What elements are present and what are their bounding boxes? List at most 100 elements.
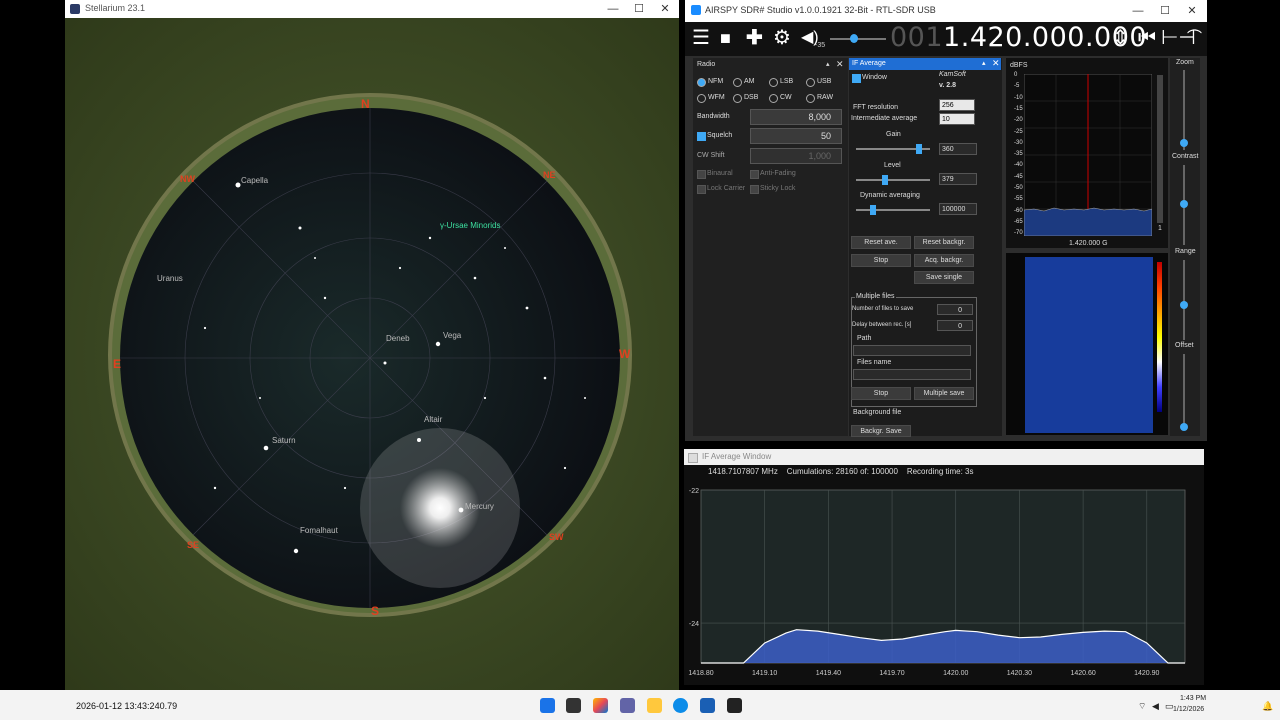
uranus-label[interactable]: Uranus [157, 274, 183, 283]
spectrum-scrollbar[interactable] [1157, 75, 1163, 223]
mode-radio-lsb[interactable] [769, 78, 778, 87]
squelch-input[interactable]: 50 [750, 128, 842, 144]
level-label: Level [884, 162, 901, 169]
menu-icon[interactable]: ☰ [692, 28, 710, 48]
range-slider-track [1183, 260, 1185, 340]
cw-shift-input[interactable]: 1,000 [750, 148, 842, 164]
clock-time[interactable]: 1:43 PM [1180, 695, 1206, 702]
speaker-icon[interactable]: ◀ [1152, 701, 1159, 712]
kamsoft-brand: KamSoft [939, 71, 966, 78]
waterfall-display[interactable] [1025, 257, 1153, 433]
compass-nw: NW [180, 174, 195, 184]
stop-icon[interactable]: ■ [720, 28, 731, 48]
mode-radio-raw[interactable] [806, 94, 815, 103]
stellarium-taskbar-icon[interactable] [727, 698, 742, 713]
notification-icon[interactable]: 🔔 [1262, 701, 1273, 712]
copilot-icon[interactable] [593, 698, 608, 713]
backgr-save-button[interactable]: Backgr. Save [851, 425, 911, 437]
reset-backgr-button[interactable]: Reset backgr. [914, 236, 974, 249]
sticky-lock-checkbox[interactable] [750, 185, 759, 194]
dynamic-averaging-value[interactable]: 100000 [939, 203, 977, 215]
binaural-checkbox[interactable] [697, 170, 706, 179]
fft-resolution-label: FFT resolution [853, 104, 898, 111]
zoom-slider-thumb[interactable] [1180, 139, 1188, 147]
mode-radio-wfm[interactable] [697, 94, 706, 103]
sdr-minimize-button[interactable]: — [1125, 3, 1151, 19]
num-files-input[interactable]: 0 [937, 304, 973, 315]
if-pin-icon[interactable]: ▴ [982, 59, 986, 67]
level-slider-thumb[interactable] [882, 175, 888, 185]
acq-backgr-button[interactable]: Acq. backgr. [914, 254, 974, 267]
deneb-label[interactable]: Deneb [386, 334, 410, 343]
multiple-save-button[interactable]: Multiple save [914, 387, 974, 400]
frequency-display[interactable]: 0011.420.000.000 [890, 22, 1147, 53]
task-view-icon[interactable] [566, 698, 581, 713]
if-window-checkbox[interactable] [852, 74, 861, 83]
sdr-close-button[interactable]: ✕ [1179, 3, 1205, 19]
spectrum-scroll-number: 1 [1158, 225, 1162, 232]
files-name-input[interactable] [853, 369, 971, 380]
capella-label[interactable]: Capella [241, 176, 269, 185]
teams-icon[interactable] [620, 698, 635, 713]
if-close-icon[interactable]: ✕ [992, 58, 1000, 69]
fft-resolution-select[interactable]: 256 [939, 99, 975, 111]
contrast-slider-thumb[interactable] [1180, 200, 1188, 208]
delay-input[interactable]: 0 [937, 320, 973, 331]
squelch-checkbox[interactable] [697, 132, 706, 141]
offset-label: Offset [1175, 342, 1194, 349]
file-explorer-icon[interactable] [647, 698, 662, 713]
ursae-minorids-label[interactable]: γ-Ursae Minorids [440, 221, 500, 230]
mode-radio-nfm[interactable] [697, 78, 706, 87]
spectrum-y-tick: -35 [1014, 151, 1023, 158]
bandwidth-input[interactable]: 8,000 [750, 109, 842, 125]
sdr-maximize-button[interactable]: ☐ [1152, 3, 1178, 19]
maximize-button[interactable]: ☐ [626, 1, 652, 17]
radio-pin-icon[interactable]: ▴ [826, 60, 830, 68]
radio-close-icon[interactable]: ✕ [836, 59, 844, 70]
save-single-button[interactable]: Save single [914, 271, 974, 284]
range-slider-thumb[interactable] [1180, 301, 1188, 309]
gear-icon[interactable]: ⚙ [773, 28, 791, 48]
reset-ave-button[interactable]: Reset ave. [851, 236, 911, 249]
gain-slider-thumb[interactable] [916, 144, 922, 154]
average-spectrum-chart[interactable]: 1418.80 1419.10 1419.40 1419.70 1420.00 1420.… [684, 479, 1204, 685]
start-icon[interactable] [540, 698, 555, 713]
spectrum-plot[interactable] [1024, 74, 1152, 236]
mode-radio-cw[interactable] [769, 94, 778, 103]
spectrum-y-tick: -10 [1014, 94, 1023, 101]
fomalhaut-label[interactable]: Fomalhaut [300, 526, 339, 535]
multiple-stop-button[interactable]: Stop [851, 387, 911, 400]
saturn-label[interactable]: Saturn [272, 436, 296, 445]
wifi-icon[interactable]: ⌔ [1138, 701, 1146, 712]
mode-radio-dsb[interactable] [733, 94, 742, 103]
edge-icon[interactable] [673, 698, 688, 713]
lock-carrier-checkbox[interactable] [697, 185, 706, 194]
avg-recording-time: Recording time: 3s [906, 467, 974, 476]
dynamic-averaging-slider-thumb[interactable] [870, 205, 876, 215]
clock-date[interactable]: 1/12/2026 [1173, 706, 1204, 713]
gain-value[interactable]: 360 [939, 143, 977, 155]
path-input[interactable] [853, 345, 971, 356]
compass-sw: SW [549, 532, 564, 542]
sdr-taskbar-icon[interactable] [700, 698, 715, 713]
stop-button[interactable]: Stop [851, 254, 911, 267]
mode-radio-usb[interactable] [806, 78, 815, 87]
tune-arrows-icon[interactable]: ⇕ [1112, 28, 1129, 48]
anti-fading-checkbox[interactable] [750, 170, 759, 179]
level-value[interactable]: 379 [939, 173, 977, 185]
add-icon[interactable]: ✚ [746, 28, 763, 48]
vega-label[interactable]: Vega [443, 331, 462, 340]
signal-icon[interactable]: ⌒ [1187, 28, 1202, 48]
intermediate-average-select[interactable]: 10 [939, 113, 975, 125]
close-button[interactable]: ✕ [652, 1, 678, 17]
avg-info-line: 1418.7107807 MHz Cumulations: 28160 of: … [708, 467, 974, 476]
volume-slider-thumb[interactable] [850, 34, 858, 43]
mercury-label[interactable]: Mercury [465, 502, 494, 511]
altair-label[interactable]: Altair [424, 415, 443, 424]
minimize-button[interactable]: — [600, 1, 626, 17]
sky-view[interactable]: Capella Uranus γ-Ursae Minorids Deneb Ve… [65, 18, 679, 690]
swap-icon[interactable]: ⏮ [1138, 28, 1156, 48]
offset-slider-thumb[interactable] [1180, 423, 1188, 431]
num-files-label: Number of files to save [852, 306, 914, 312]
mode-radio-am[interactable] [733, 78, 742, 87]
